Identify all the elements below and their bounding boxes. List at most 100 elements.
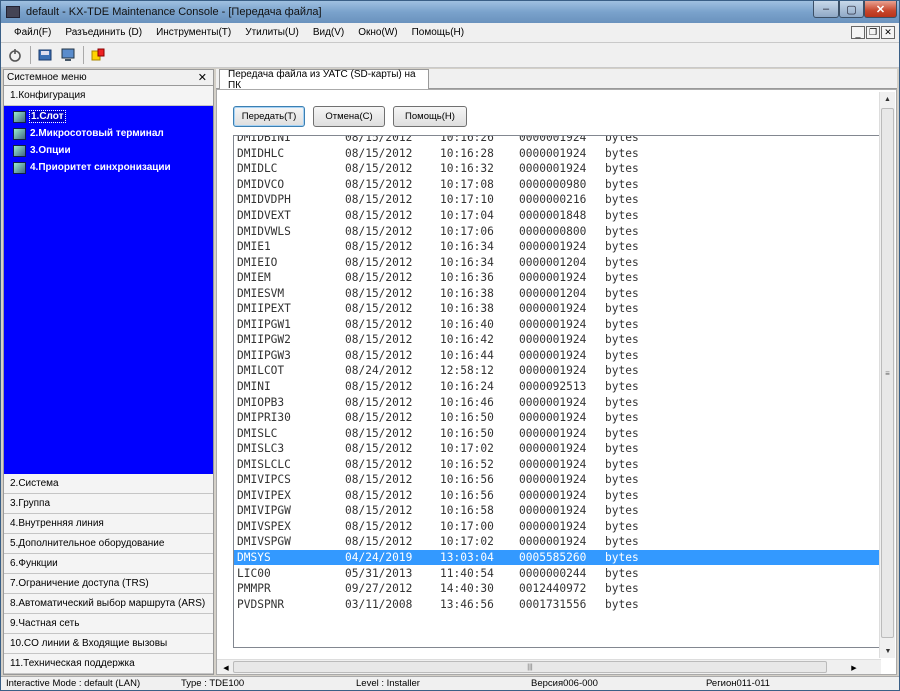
scroll-left-icon[interactable]: ◀ bbox=[219, 661, 233, 674]
file-name: DMSYS bbox=[237, 551, 271, 565]
file-size-unit: bytes bbox=[605, 146, 639, 160]
file-row[interactable]: DMIDBINI 08/15/2012 10:16:26 0000001924 byte… bbox=[234, 136, 880, 146]
section-optional-device[interactable]: 5.Дополнительное оборудование bbox=[4, 534, 213, 554]
file-row[interactable]: DMIVIPCS 08/15/2012 10:16:56 0000001924 byte… bbox=[234, 472, 880, 488]
section-system[interactable]: 2.Система bbox=[4, 474, 213, 494]
file-row[interactable]: DMIVIPGW 08/15/2012 10:16:58 0000001924 byte… bbox=[234, 503, 880, 519]
file-row[interactable]: DMIDVEXT 08/15/2012 10:17:04 0000001848 byte… bbox=[234, 208, 880, 224]
file-row[interactable]: DMIEIO 08/15/2012 10:16:34 0000001204 bytes bbox=[234, 254, 880, 270]
file-size: 0000001924 bbox=[519, 333, 587, 347]
mdi-minimize-icon[interactable]: _ bbox=[851, 26, 865, 39]
connect-icon[interactable] bbox=[6, 46, 24, 64]
file-row[interactable]: PVDSPNR 03/11/2008 13:46:56 0001731556 bytes bbox=[234, 596, 880, 612]
file-row[interactable]: PMMPR 09/27/2012 14:40:30 0012440972 bytes bbox=[234, 581, 880, 597]
file-row[interactable]: DMIVSPEX 08/15/2012 10:17:00 0000001924 byte… bbox=[234, 519, 880, 535]
hscroll-thumb[interactable]: ||| bbox=[233, 661, 827, 673]
tree-item-sync-priority[interactable]: 4.Приоритет синхронизации bbox=[4, 159, 213, 176]
file-size-unit: bytes bbox=[605, 333, 639, 347]
file-size-unit: bytes bbox=[605, 302, 639, 316]
scroll-down-icon[interactable]: ▼ bbox=[880, 644, 896, 658]
file-date: 05/31/2013 bbox=[345, 566, 413, 580]
panel-close-icon[interactable]: ✕ bbox=[198, 71, 207, 84]
file-row[interactable]: DMIVIPEX 08/15/2012 10:16:56 0000001924 byte… bbox=[234, 488, 880, 504]
tree-item-slot[interactable]: 1.Слот bbox=[4, 108, 213, 125]
menu-view[interactable]: Вид(V) bbox=[306, 27, 351, 38]
file-size-unit: bytes bbox=[605, 411, 639, 425]
section-configuration[interactable]: 1.Конфигурация bbox=[4, 86, 213, 106]
file-row[interactable]: DMIDVWLS 08/15/2012 10:17:06 0000000800 byte… bbox=[234, 223, 880, 239]
file-row[interactable]: DMIIPGW2 08/15/2012 10:16:42 0000001924 byte… bbox=[234, 332, 880, 348]
file-row[interactable]: DMIDVDPH 08/15/2012 10:17:10 0000000216 byte… bbox=[234, 192, 880, 208]
file-time: 10:16:38 bbox=[440, 302, 494, 316]
cancel-button[interactable]: Отмена(C) bbox=[313, 106, 385, 127]
menu-disconnect[interactable]: Разъединить (D) bbox=[58, 27, 149, 38]
file-row[interactable]: DMSYS 04/24/2019 13:03:04 0005585260 bytes bbox=[234, 549, 880, 566]
file-name: PMMPR bbox=[237, 582, 271, 596]
section-maintenance[interactable]: 11.Техническая поддержка bbox=[4, 654, 213, 674]
file-name: DMIDVCO bbox=[237, 177, 285, 191]
mdi-restore-icon[interactable]: ❐ bbox=[866, 26, 880, 39]
file-row[interactable]: DMIEM 08/15/2012 10:16:36 0000001924 bytes bbox=[234, 270, 880, 286]
menu-utilities[interactable]: Утилиты(U) bbox=[238, 27, 306, 38]
maximize-button[interactable]: ▢ bbox=[839, 1, 864, 18]
close-button[interactable]: ✕ bbox=[864, 1, 897, 18]
vertical-scrollbar[interactable]: ▲ ≡ ▼ bbox=[879, 92, 895, 658]
scroll-up-icon[interactable]: ▲ bbox=[880, 92, 895, 106]
file-date: 09/27/2012 bbox=[345, 582, 413, 596]
section-features[interactable]: 6.Функции bbox=[4, 554, 213, 574]
file-size-unit: bytes bbox=[605, 535, 639, 549]
file-name: DMINI bbox=[237, 380, 271, 394]
tree-item-options[interactable]: 3.Опции bbox=[4, 142, 213, 159]
mdi-close-icon[interactable]: ✕ bbox=[881, 26, 895, 39]
section-ars[interactable]: 8.Автоматический выбор маршрута (ARS) bbox=[4, 594, 213, 614]
section-co-lines[interactable]: 10.CO линии & Входящие вызовы bbox=[4, 634, 213, 654]
horizontal-scrollbar[interactable]: ◀ ||| ▶ bbox=[217, 659, 881, 674]
save-icon[interactable] bbox=[36, 46, 54, 64]
file-row[interactable]: LIC00 05/31/2013 11:40:54 0000000244 bytes bbox=[234, 565, 880, 581]
file-row[interactable]: DMIVSPGW 08/15/2012 10:17:02 0000001924 byte… bbox=[234, 534, 880, 550]
file-size: 0000001924 bbox=[519, 146, 587, 160]
file-row[interactable]: DMIPRI30 08/15/2012 10:16:50 0000001924 byte… bbox=[234, 410, 880, 426]
section-group[interactable]: 3.Группа bbox=[4, 494, 213, 514]
file-name: DMIDLC bbox=[237, 162, 278, 176]
transfer-button[interactable]: Передать(T) bbox=[233, 106, 305, 127]
section-extension[interactable]: 4.Внутренняя линия bbox=[4, 514, 213, 534]
file-row[interactable]: DMISLC3 08/15/2012 10:17:02 0000001924 bytes bbox=[234, 441, 880, 457]
file-row[interactable]: DMILCOT 08/24/2012 12:58:12 0000001924 bytes bbox=[234, 363, 880, 379]
computer-icon[interactable] bbox=[59, 46, 77, 64]
file-row[interactable]: DMIESVM 08/15/2012 10:16:38 0000001204 bytes bbox=[234, 285, 880, 301]
scroll-right-icon[interactable]: ▶ bbox=[847, 661, 861, 674]
file-size: 0000001924 bbox=[519, 442, 587, 456]
tab-file-transfer[interactable]: Передача файла из УАТС (SD-карты) на ПК bbox=[219, 69, 429, 91]
app-icon[interactable] bbox=[6, 6, 20, 18]
menu-file[interactable]: Файл(F) bbox=[7, 27, 58, 38]
menu-help[interactable]: Помощь(H) bbox=[405, 27, 472, 38]
help-icon[interactable] bbox=[89, 46, 107, 64]
file-size: 0000001924 bbox=[519, 535, 587, 549]
file-row[interactable]: DMIDHLC 08/15/2012 10:16:28 0000001924 bytes bbox=[234, 146, 880, 162]
file-row[interactable]: DMIDVCO 08/15/2012 10:17:08 0000000980 bytes bbox=[234, 177, 880, 193]
file-row[interactable]: DMIDLC 08/15/2012 10:16:32 0000001924 bytes bbox=[234, 161, 880, 177]
file-size-unit: bytes bbox=[605, 162, 639, 176]
file-row[interactable]: DMINI 08/15/2012 10:16:24 0000092513 bytes bbox=[234, 379, 880, 395]
file-row[interactable]: DMIIPGW1 08/15/2012 10:16:40 0000001924 byte… bbox=[234, 317, 880, 333]
file-row[interactable]: DMIE1 08/15/2012 10:16:34 0000001924 bytes bbox=[234, 239, 880, 255]
section-private-network[interactable]: 9.Частная сеть bbox=[4, 614, 213, 634]
file-time: 12:58:12 bbox=[440, 364, 494, 378]
file-row[interactable]: DMIIPEXT 08/15/2012 10:16:38 0000001924 byte… bbox=[234, 301, 880, 317]
file-list[interactable]: DMIDBINI 08/15/2012 10:16:26 0000001924 byte… bbox=[233, 135, 881, 648]
file-row[interactable]: DMISLCLC 08/15/2012 10:16:52 0000001924 byte… bbox=[234, 456, 880, 472]
menu-window[interactable]: Окно(W) bbox=[351, 27, 404, 38]
scroll-thumb[interactable]: ≡ bbox=[881, 108, 894, 638]
tree-item-microcell-terminal[interactable]: 2.Микросотовый терминал bbox=[4, 125, 213, 142]
help-button[interactable]: Помощь(H) bbox=[393, 106, 467, 127]
file-row[interactable]: DMIIPGW3 08/15/2012 10:16:44 0000001924 byte… bbox=[234, 348, 880, 364]
minimize-button[interactable]: ‒ bbox=[813, 1, 839, 18]
file-size: 0000001924 bbox=[519, 473, 587, 487]
file-row[interactable]: DMISLC 08/15/2012 10:16:50 0000001924 bytes bbox=[234, 425, 880, 441]
title-bar[interactable]: default - KX-TDE Maintenance Console - [… bbox=[1, 1, 899, 23]
file-row[interactable]: DMIOPB3 08/15/2012 10:16:46 0000001924 bytes bbox=[234, 394, 880, 410]
menu-tools[interactable]: Инструменты(T) bbox=[149, 27, 238, 38]
section-trs[interactable]: 7.Ограничение доступа (TRS) bbox=[4, 574, 213, 594]
file-name: DMIIPEXT bbox=[237, 302, 291, 316]
